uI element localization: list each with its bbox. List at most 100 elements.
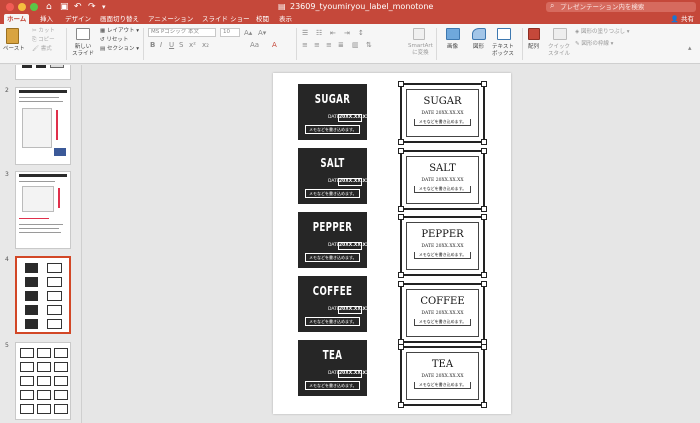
light-label-sugar[interactable]: SUGAR DATE 20XX.XX.XX メモなどを書き込めます。 [398, 81, 487, 145]
tab-review[interactable]: 校閲 [253, 14, 272, 24]
minimize-window-button[interactable] [18, 3, 26, 11]
light-label-salt[interactable]: SALT DATE 20XX.XX.XX メモなどを書き込めます。 [398, 148, 487, 212]
date-value: 20XX.XX.XX [338, 306, 370, 314]
ribbon-separator [296, 28, 297, 60]
arrange-icon[interactable] [528, 28, 540, 40]
frame-corner [481, 344, 487, 350]
share-button[interactable]: 👤 共有 [671, 14, 694, 24]
home-icon[interactable]: ⌂ [46, 1, 52, 13]
arrange-label[interactable]: 配列 [528, 44, 539, 51]
tab-insert[interactable]: 挿入 [37, 14, 56, 24]
frame-corner [398, 344, 404, 350]
redo-icon[interactable]: ↷ [88, 1, 96, 13]
shapes-label[interactable]: 図形 [473, 44, 484, 51]
ribbon-separator [436, 28, 437, 60]
layout-button[interactable]: ▦ レイアウト ▾ [100, 28, 139, 35]
dark-label-salt[interactable]: SALT DATE 20XX.XX.XX メモなどを書き込めます。 [298, 148, 370, 204]
cut-button[interactable]: ✂ カット [32, 28, 55, 35]
textbox-icon[interactable] [497, 28, 511, 40]
align-left-icon[interactable]: ≡ [302, 41, 308, 49]
thumbnail-slide-2[interactable] [15, 87, 71, 165]
thumbnail-slide-4[interactable] [15, 256, 71, 334]
line-spacing-icon[interactable]: ↕ [358, 29, 364, 37]
highlight-icon[interactable]: Aa [250, 41, 259, 49]
shape-fill-button[interactable]: ◈ 図形の塗りつぶし ▾ [575, 29, 630, 36]
new-slide-icon[interactable] [76, 28, 90, 40]
cut-label: カット [38, 28, 55, 34]
maximize-window-button[interactable] [30, 3, 38, 11]
shapes-icon[interactable] [472, 28, 486, 40]
smartart-icon[interactable] [413, 28, 425, 40]
tab-home[interactable]: ホーム [4, 14, 30, 24]
search-placeholder: プレゼンテーション内を検索 [560, 3, 645, 11]
tab-transitions[interactable]: 画面切り替え [97, 14, 142, 24]
align-right-icon[interactable]: ≡ [326, 41, 332, 49]
current-slide[interactable]: SUGAR DATE 20XX.XX.XX メモなどを書き込めます。 SALT … [273, 73, 511, 414]
align-center-icon[interactable]: ≡ [314, 41, 320, 49]
slide-canvas[interactable]: SUGAR DATE 20XX.XX.XX メモなどを書き込めます。 SALT … [83, 65, 700, 423]
frame-corner [481, 272, 487, 278]
date-value: 20XX.XX.XX [338, 242, 370, 250]
shrink-font-icon[interactable]: A▾ [258, 29, 266, 37]
bullets-icon[interactable]: ☰ [302, 29, 308, 37]
paste-icon[interactable] [6, 28, 19, 44]
format-label: 書式 [40, 46, 52, 52]
font-size-select[interactable]: 10 [220, 28, 240, 37]
quick-styles-icon[interactable] [553, 28, 567, 40]
tab-view[interactable]: 表示 [276, 14, 295, 24]
memo-text: メモなどを書き込めます。 [414, 382, 471, 389]
dark-label-sugar[interactable]: SUGAR DATE 20XX.XX.XX メモなどを書き込めます。 [298, 84, 370, 140]
quick-styles-label[interactable]: クイック スタイル [548, 44, 570, 58]
save-icon[interactable]: ▣ [60, 1, 69, 13]
superscript-icon[interactable]: x² [189, 41, 196, 49]
ribbon-separator [143, 28, 144, 60]
thumbnail-slide-5[interactable] [15, 342, 71, 420]
thumbnail-slide-3[interactable] [15, 171, 71, 249]
tab-animations[interactable]: アニメーション [145, 14, 196, 24]
italic-icon[interactable]: I [160, 41, 162, 49]
justify-icon[interactable]: ≣ [338, 41, 344, 49]
format-painter-button[interactable]: 🖌 書式 [32, 46, 52, 53]
reset-button[interactable]: ↺ リセット [100, 37, 128, 44]
textbox-label[interactable]: テキスト ボックス [492, 44, 514, 58]
paste-label[interactable]: ペースト [3, 46, 25, 53]
section-button[interactable]: ▤ セクション ▾ [100, 46, 139, 53]
tab-slideshow[interactable]: スライド ショー [199, 14, 253, 24]
numbering-icon[interactable]: ☷ [316, 29, 322, 37]
customize-quick-access-icon[interactable]: ▾ [102, 1, 106, 13]
label-title: PEPPER [421, 229, 464, 240]
underline-icon[interactable]: U [169, 41, 174, 49]
bold-icon[interactable]: B [150, 41, 155, 49]
smartart-label[interactable]: SmartArt に変換 [408, 43, 433, 57]
undo-icon[interactable]: ↶ [74, 1, 82, 13]
thumbnail-slide-1[interactable] [15, 65, 71, 80]
dark-label-coffee[interactable]: COFFEE DATE 20XX.XX.XX メモなどを書き込めます。 [298, 276, 370, 332]
shape-outline-button[interactable]: ✎ 図形の枠線 ▾ [575, 41, 613, 48]
light-label-coffee[interactable]: COFFEE DATE 20XX.XX.XX メモなどを書き込めます。 [398, 281, 487, 345]
collapse-ribbon-icon[interactable]: ▴ [688, 44, 692, 52]
text-direction-icon[interactable]: ⇅ [366, 41, 372, 49]
columns-icon[interactable]: ▥ [352, 41, 359, 49]
slide-thumbnail-pane[interactable]: 2 3 4 5 [0, 65, 82, 423]
increase-indent-icon[interactable]: ⇥ [344, 29, 350, 37]
picture-label[interactable]: 画像 [447, 44, 458, 51]
font-color-icon[interactable]: A [272, 41, 277, 49]
new-slide-label[interactable]: 新しい スライド [72, 44, 94, 58]
grow-font-icon[interactable]: A▴ [244, 29, 252, 37]
light-label-tea[interactable]: TEA DATE 20XX.XX.XX メモなどを書き込めます。 [398, 344, 487, 408]
decrease-indent-icon[interactable]: ⇤ [330, 29, 336, 37]
strikethrough-icon[interactable]: S [179, 41, 183, 49]
shape-fill-label: 図形の塗りつぶし [580, 29, 626, 35]
label-title: TEA [322, 348, 343, 362]
search-box[interactable]: ⌕ プレゼンテーション内を検索 [546, 1, 696, 12]
subscript-icon[interactable]: x₂ [202, 41, 209, 49]
font-name-select[interactable]: MS Pゴシック 本文 [148, 28, 216, 37]
copy-button[interactable]: ⎘ コピー [32, 37, 55, 44]
label-title: SALT [320, 156, 345, 170]
dark-label-pepper[interactable]: PEPPER DATE 20XX.XX.XX メモなどを書き込めます。 [298, 212, 370, 268]
tab-design[interactable]: デザイン [62, 14, 94, 24]
close-window-button[interactable] [6, 3, 14, 11]
light-label-pepper[interactable]: PEPPER DATE 20XX.XX.XX メモなどを書き込めます。 [398, 214, 487, 278]
picture-icon[interactable] [446, 28, 460, 40]
dark-label-tea[interactable]: TEA DATE 20XX.XX.XX メモなどを書き込めます。 [298, 340, 370, 396]
